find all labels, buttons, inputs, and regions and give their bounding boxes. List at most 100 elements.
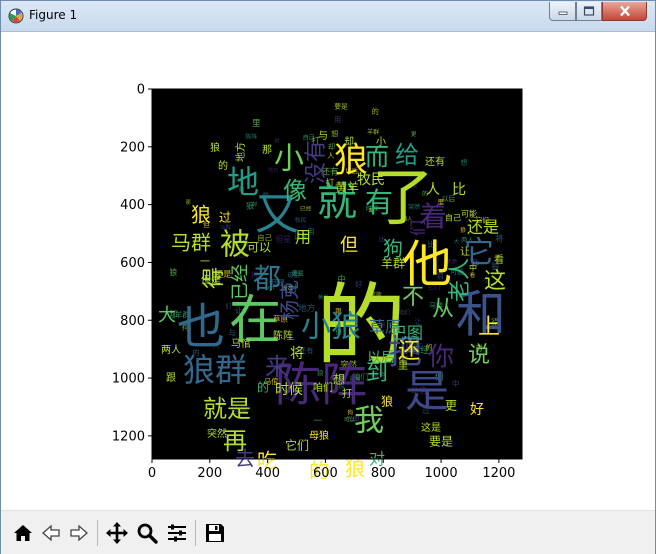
word-cloud-word: 与: [318, 130, 328, 142]
back-button[interactable]: [39, 521, 63, 545]
word-cloud-word: 们: [409, 220, 428, 236]
word-cloud-word: 地方: [234, 142, 247, 162]
word-cloud-word: 母狼: [309, 429, 329, 442]
word-cloud-word: 用: [295, 228, 311, 247]
word-cloud-word: 马群: [171, 231, 211, 255]
plot-svg: 但对狼的与那狼中里让看可能地方自己还有小的这是跟突然母狼要是更好却陈阵马倌两人但…: [112, 83, 523, 483]
word-cloud-word: 小: [376, 136, 386, 148]
word-cloud-word: 这是: [421, 421, 441, 434]
word-cloud-word: 却: [344, 136, 354, 148]
word-cloud-filler-word: 狼: [246, 200, 254, 210]
y-tick-label: 400: [120, 198, 145, 213]
word-cloud-word: 还是: [467, 218, 499, 237]
close-button[interactable]: [602, 2, 647, 21]
word-cloud-word: 是: [405, 366, 449, 417]
word-cloud-filler-word: 中: [452, 378, 460, 388]
word-cloud-word: 将: [290, 346, 304, 362]
word-cloud-word: 好: [470, 402, 484, 418]
word-cloud-word: 可以: [247, 241, 271, 255]
configure-subplots-button[interactable]: [165, 521, 189, 545]
y-tick-label: 0: [137, 83, 145, 98]
y-tick-label: 1200: [112, 429, 145, 444]
word-cloud-word: 狼: [345, 457, 365, 481]
word-cloud-filler-word: 的: [372, 107, 379, 116]
word-cloud-word: 狼: [381, 394, 393, 409]
word-cloud-word: 马倌: [231, 337, 251, 350]
close-icon: [619, 5, 630, 17]
word-cloud-filler-word: 狼: [169, 267, 177, 277]
word-cloud-word: 上: [478, 315, 500, 340]
word-cloud-filler-word: 狼: [460, 226, 466, 234]
word-cloud-word: 更: [445, 399, 457, 413]
word-cloud-word: 可能: [461, 209, 477, 219]
word-cloud-word: 里: [398, 360, 408, 372]
maximize-button[interactable]: [576, 2, 602, 21]
word-cloud-word: 它们: [285, 438, 309, 453]
configure-subplots-icon: [168, 524, 186, 542]
word-cloud-word: 有: [365, 186, 393, 219]
word-cloud-word: 也: [177, 299, 225, 355]
word-cloud-word: 跟: [166, 372, 176, 384]
word-cloud-word: 杨克: [278, 280, 302, 320]
word-cloud-word: 过: [219, 211, 231, 225]
zoom-button[interactable]: [135, 521, 159, 545]
word-cloud-word: 地: [227, 163, 259, 201]
word-cloud-word: 陈阵: [273, 329, 293, 342]
word-cloud-word: 不: [402, 285, 424, 310]
word-cloud-word: 狼: [191, 203, 211, 227]
word-cloud-filler-word: 一: [314, 415, 323, 425]
word-cloud-word: 突然: [207, 427, 227, 440]
word-cloud-filler-word: 已经: [300, 205, 312, 213]
word-cloud-word: 自己: [445, 213, 461, 223]
minimize-icon: [558, 11, 567, 15]
word-cloud-filler-word: 更: [411, 131, 417, 138]
word-cloud-word: 想: [333, 372, 345, 387]
word-cloud-word: 狼: [210, 141, 220, 154]
word-cloud-word: 让: [460, 246, 470, 258]
word-cloud-word: 巴图: [391, 324, 423, 343]
word-cloud-filler-word: 想: [461, 158, 468, 167]
pan-button[interactable]: [105, 521, 129, 545]
word-cloud-word: 你: [428, 343, 454, 373]
x-axis: 0 200 400 600 800 1000 1200: [148, 459, 515, 481]
word-cloud-filler-word: 陈阵: [245, 132, 257, 140]
word-cloud-word: 我: [354, 404, 384, 439]
word-cloud-word: 的: [257, 380, 269, 395]
word-cloud-word: 这: [484, 269, 506, 294]
word-cloud-filler-word: 大: [454, 238, 459, 245]
word-cloud-filler-word: 要是: [334, 103, 348, 111]
y-axis: 0 200 400 600 800 1000 1200: [112, 83, 152, 444]
word-cloud-word: 以后: [367, 350, 395, 366]
word-cloud-word: 牧民: [357, 172, 385, 188]
word-cloud-word: 要是: [429, 435, 453, 449]
word-cloud-word: 给: [395, 141, 419, 169]
word-cloud-word: 人: [426, 182, 440, 198]
word-cloud-word: 一: [200, 257, 210, 268]
x-tick-label: 800: [371, 466, 396, 481]
y-tick-label: 200: [120, 140, 145, 155]
title-bar[interactable]: Figure 1: [1, 1, 655, 32]
x-tick-label: 200: [197, 466, 222, 481]
word-cloud-word: 打: [342, 387, 352, 400]
save-icon: [206, 524, 224, 542]
word-cloud-filler-word: 里: [252, 119, 261, 129]
minimize-button[interactable]: [549, 2, 576, 21]
word-cloud-filler-word: 羊群: [367, 128, 379, 136]
pan-icon: [106, 522, 128, 544]
home-icon: [14, 525, 32, 541]
word-cloud-word: 黄羊: [335, 180, 359, 195]
word-cloud-word: 但: [340, 235, 358, 256]
navigation-toolbar: [1, 510, 655, 554]
word-cloud-word: 时候: [275, 382, 303, 398]
word-cloud-word: 小狼: [301, 310, 361, 345]
word-cloud-word: 中: [469, 263, 477, 273]
figure-canvas[interactable]: 但对狼的与那狼中里让看可能 地方 自己 还有小的这是跟突然 母狼 要是更好却陈阵 马倌 两人但…: [1, 32, 655, 510]
home-button[interactable]: [11, 521, 35, 545]
y-tick-label: 1000: [112, 372, 145, 387]
x-tick-label: 1200: [482, 466, 515, 481]
word-cloud-word: 就是: [203, 395, 251, 423]
save-button[interactable]: [203, 521, 227, 545]
forward-button[interactable]: [67, 521, 91, 545]
word-cloud-word: 被: [220, 228, 250, 263]
word-cloud-word: 两人: [161, 344, 181, 356]
